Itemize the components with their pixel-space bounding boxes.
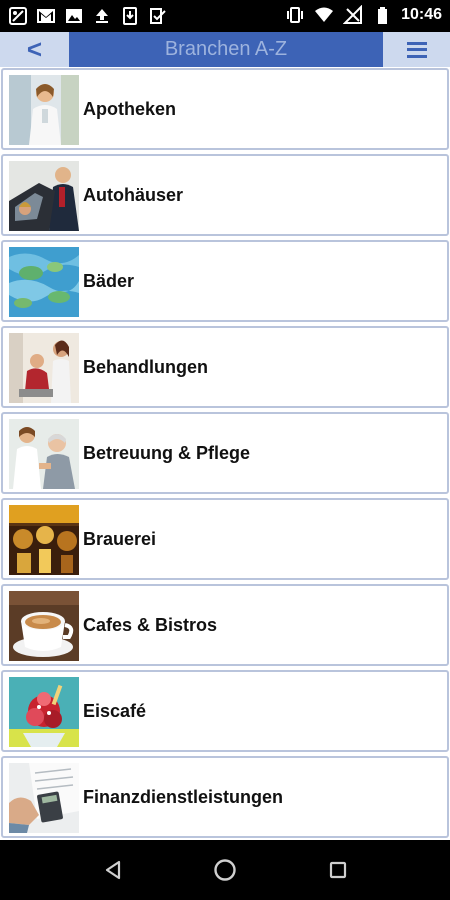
gmail-icon <box>36 6 56 26</box>
coffee-cup-photo <box>9 591 79 661</box>
recents-square-icon[interactable] <box>326 858 350 882</box>
list-item-label: Finanzdienstleistungen <box>83 787 284 807</box>
category-list: Apotheken Autohäuser Bäder Behandlungen … <box>0 67 450 840</box>
finance-calculator-photo <box>9 763 79 833</box>
back-button[interactable]: < <box>0 32 69 67</box>
list-item-label: Cafes & Bistros <box>83 615 218 635</box>
list-item-betreuung-pflege[interactable]: Betreuung & Pflege <box>1 412 449 494</box>
page-title: Branchen A-Z <box>164 38 288 60</box>
hamburger-menu-icon <box>406 41 427 58</box>
list-item-label: Behandlungen <box>83 357 208 377</box>
status-bar: 10:46 <box>0 0 450 32</box>
list-item-autohaeuser[interactable]: Autohäuser <box>1 154 449 236</box>
list-item-behandlungen[interactable]: Behandlungen <box>1 326 449 408</box>
back-triangle-icon[interactable] <box>101 858 125 882</box>
list-item-baeder[interactable]: Bäder <box>1 240 449 322</box>
brewery-photo <box>9 505 79 575</box>
upload-icon <box>92 6 112 26</box>
app-header: < Branchen A-Z <box>0 32 450 67</box>
share-icon <box>8 6 28 26</box>
download-icon <box>120 6 140 26</box>
list-item-label: Eiscafé <box>83 701 147 721</box>
list-item-eiscafe[interactable]: Eiscafé <box>1 670 449 752</box>
vibrate-icon <box>285 5 305 25</box>
battery-icon <box>372 5 392 25</box>
done-icon <box>148 6 168 26</box>
list-item-cafes-bistros[interactable]: Cafes & Bistros <box>1 584 449 666</box>
car-dealer-photo <box>9 161 79 231</box>
nursing-care-photo <box>9 419 79 489</box>
system-nav-bar <box>0 840 450 900</box>
list-item-brauerei[interactable]: Brauerei <box>1 498 449 580</box>
image-icon <box>64 6 84 26</box>
clock: 10:46 <box>401 6 442 23</box>
wifi-icon <box>314 5 334 25</box>
treatment-photo <box>9 333 79 403</box>
list-item-label: Bäder <box>83 271 135 291</box>
ice-cream-photo <box>9 677 79 747</box>
home-circle-icon[interactable] <box>213 858 237 882</box>
no-signal-icon <box>342 4 363 25</box>
list-item-label: Autohäuser <box>83 185 184 205</box>
list-item-label: Apotheken <box>83 99 177 119</box>
menu-button[interactable] <box>383 32 450 67</box>
list-item-label: Betreuung & Pflege <box>83 443 251 463</box>
list-item-finanzdienstleistungen[interactable]: Finanzdienstleistungen <box>1 756 449 838</box>
pharmacist-photo <box>9 75 79 145</box>
list-item-label: Brauerei <box>83 529 157 549</box>
list-item-apotheken[interactable]: Apotheken <box>1 68 449 150</box>
pool-water-photo <box>9 247 79 317</box>
